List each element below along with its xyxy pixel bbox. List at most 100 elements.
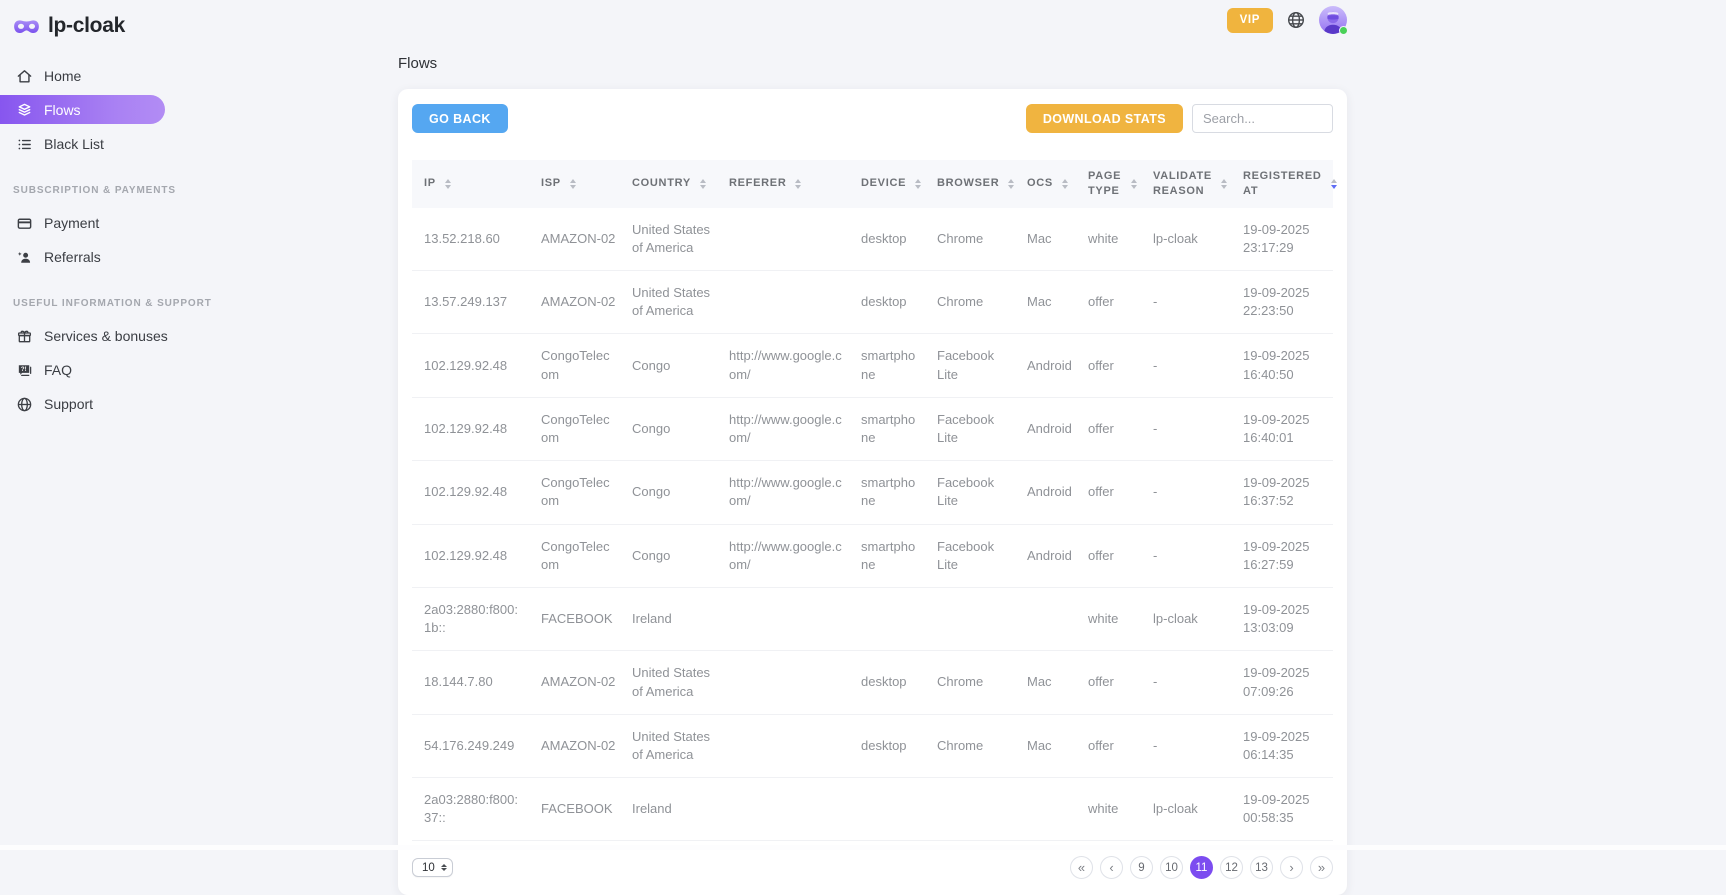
cell-registered-at: 19-09-2025 06:14:35 [1231,714,1333,777]
column-header[interactable]: COUNTRY [620,160,717,208]
flows-table-body: 13.52.218.60 AMAZON-02 United States of … [412,208,1333,841]
cell-validate-reason: - [1141,271,1231,334]
table-row: 2a03:2880:f800:37:: FACEBOOK Ireland whi… [412,778,1333,841]
card-toolbar: GO BACK DOWNLOAD STATS [412,104,1333,133]
column-header[interactable]: BROWSER [925,160,1015,208]
sort-icon [1221,179,1227,189]
pagination-button[interactable]: 10 [1160,856,1183,879]
referrals-icon [15,248,33,266]
pagination-button[interactable]: 13 [1250,856,1273,879]
cell-referer [717,271,849,334]
pagination-prev-button[interactable]: ‹ [1100,856,1123,879]
cell-country: Ireland [620,587,717,650]
sidebar-item-label: Flows [44,102,81,118]
column-header[interactable]: ISP [529,160,620,208]
cell-ip: 13.52.218.60 [412,208,529,271]
cell-ocs: Mac [1015,651,1076,714]
sidebar-section-subscription: SUBSCRIPTION & PAYMENTS [0,185,185,196]
sort-icon [795,179,801,189]
cell-page-type: offer [1076,714,1141,777]
sidebar-item-support[interactable]: Support [0,387,185,421]
sidebar-item-black-list[interactable]: Black List [0,127,185,161]
sidebar-item-referrals[interactable]: Referrals [0,240,185,274]
column-header[interactable]: DEVICE [849,160,925,208]
go-back-button[interactable]: GO BACK [412,104,508,133]
brand-name: lp-cloak [48,14,125,38]
cell-referer [717,778,849,841]
pagination-button[interactable]: 12 [1220,856,1243,879]
cell-country: Congo [620,461,717,524]
brand-logo[interactable]: lp-cloak [0,10,185,42]
sidebar-item-payment[interactable]: Payment [0,206,185,240]
pagination-button[interactable]: 11 [1190,856,1213,879]
mask-logo-icon [13,17,40,36]
cell-isp: CongoTelecom [529,524,620,587]
cell-page-type: offer [1076,524,1141,587]
cell-isp: CongoTelecom [529,334,620,397]
sidebar-item-home[interactable]: Home [0,59,185,93]
column-header[interactable]: PAGE TYPE [1076,160,1141,208]
cell-country: Congo [620,334,717,397]
cell-browser [925,778,1015,841]
page-size-select[interactable]: 10 [412,858,453,877]
cell-country: United States of America [620,714,717,777]
sidebar-item-services-bonuses[interactable]: Services & bonuses [0,319,185,353]
download-stats-button[interactable]: DOWNLOAD STATS [1026,104,1183,133]
cell-country: Ireland [620,778,717,841]
table-row: 13.57.249.137 AMAZON-02 United States of… [412,271,1333,334]
pagination-next-button[interactable]: › [1280,856,1303,879]
table-row: 102.129.92.48 CongoTelecom Congo http://… [412,397,1333,460]
cell-validate-reason: - [1141,334,1231,397]
cell-validate-reason: lp-cloak [1141,208,1231,271]
home-icon [15,67,33,85]
cell-browser: Chrome [925,714,1015,777]
cell-isp: FACEBOOK [529,778,620,841]
cell-isp: CongoTelecom [529,397,620,460]
pagination-button[interactable]: 9 [1130,856,1153,879]
cell-registered-at: 19-09-2025 16:40:50 [1231,334,1333,397]
sidebar-item-label: FAQ [44,362,72,378]
cell-registered-at: 19-09-2025 00:58:35 [1231,778,1333,841]
sidebar-item-faq[interactable]: ?! FAQ [0,353,185,387]
cell-browser: Chrome [925,208,1015,271]
cell-ocs [1015,778,1076,841]
table-row: 54.176.249.249 AMAZON-02 United States o… [412,714,1333,777]
pagination-last-button[interactable]: » [1310,856,1333,879]
cell-validate-reason: - [1141,524,1231,587]
sidebar-item-flows[interactable]: Flows [0,95,165,124]
pagination-first-button[interactable]: « [1070,856,1093,879]
cell-validate-reason: - [1141,651,1231,714]
column-header[interactable]: REFERER [717,160,849,208]
flows-table: IP ISP COUNTRY REFERER DEVICE [412,160,1333,841]
cell-referer: http://www.google.com/ [717,334,849,397]
cell-registered-at: 19-09-2025 13:03:09 [1231,587,1333,650]
column-header[interactable]: IP [412,160,529,208]
cell-ocs: Android [1015,334,1076,397]
column-header[interactable]: VALIDATE REASON [1141,160,1231,208]
cell-ip: 102.129.92.48 [412,334,529,397]
support-icon [15,395,33,413]
cell-referer [717,208,849,271]
cell-browser: Facebook Lite [925,524,1015,587]
sort-icon [1131,179,1137,189]
sidebar-section-support: USEFUL INFORMATION & SUPPORT [0,298,185,309]
cell-isp: AMAZON-02 [529,208,620,271]
column-header[interactable]: OCS [1015,160,1076,208]
cell-isp: AMAZON-02 [529,271,620,334]
sidebar-nav: Home Flows Black List SUBSCRIPTI [0,59,185,421]
column-header[interactable]: REGISTERED AT [1231,160,1333,208]
cell-ip: 102.129.92.48 [412,524,529,587]
cell-validate-reason: lp-cloak [1141,778,1231,841]
cell-country: United States of America [620,651,717,714]
cell-ip: 2a03:2880:f800:37:: [412,778,529,841]
cell-registered-at: 19-09-2025 16:37:52 [1231,461,1333,524]
cell-page-type: offer [1076,461,1141,524]
search-input[interactable] [1192,104,1333,133]
black-list-icon [15,135,33,153]
cell-registered-at: 19-09-2025 16:40:01 [1231,397,1333,460]
sort-icon [1008,179,1014,189]
cell-page-type: white [1076,208,1141,271]
cell-validate-reason: - [1141,461,1231,524]
cell-registered-at: 19-09-2025 23:17:29 [1231,208,1333,271]
main-content: Flows GO BACK DOWNLOAD STATS IP [398,0,1347,895]
